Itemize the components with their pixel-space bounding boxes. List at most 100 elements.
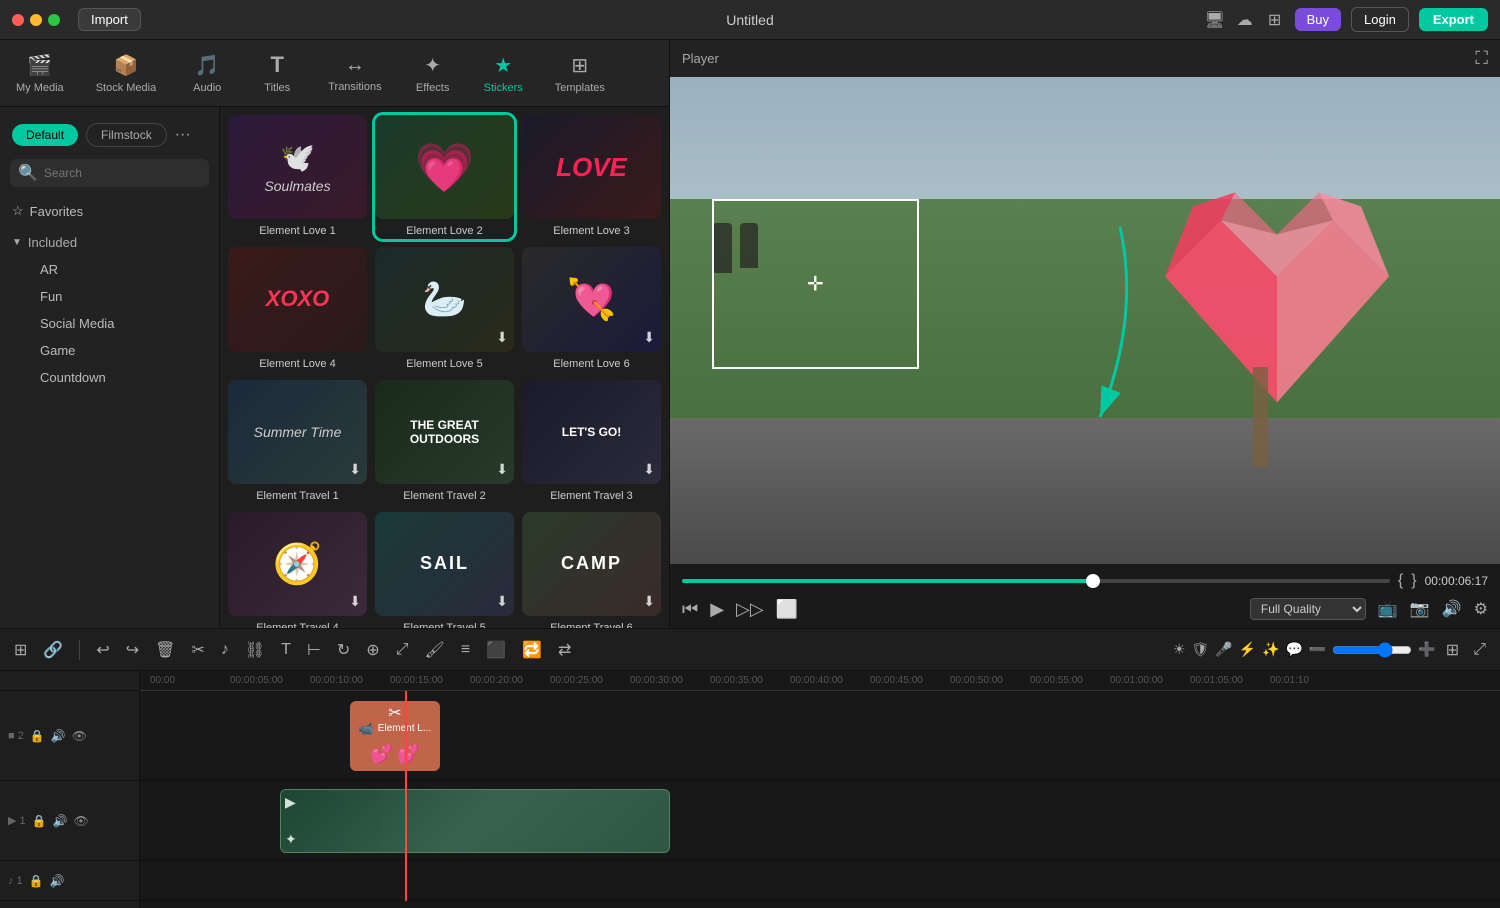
search-input[interactable]	[44, 166, 201, 180]
tool-templates[interactable]: ⊞ Templates	[539, 49, 621, 98]
bracket-right-icon: }	[1411, 572, 1416, 590]
maximize-button[interactable]	[48, 14, 60, 26]
more-options-button[interactable]: ···	[175, 126, 191, 144]
progress-bar[interactable]	[682, 579, 1390, 583]
timeline-link-button[interactable]: 🔗	[39, 638, 67, 662]
sticker-travel6-thumb: CAMP ⬇	[522, 512, 661, 616]
timeline-redo-button[interactable]: ↪	[122, 638, 143, 662]
layout-icon[interactable]: ⊞	[1265, 10, 1285, 30]
sidebar-item-countdown[interactable]: Countdown	[12, 364, 207, 391]
timeline-loop-button[interactable]: 🔁	[518, 638, 546, 662]
timeline-expand-button[interactable]: ⤢	[392, 639, 413, 661]
track-visibility-2[interactable]: 👁	[72, 729, 87, 743]
player-fullscreen-icon[interactable]: ⛶	[1475, 48, 1488, 69]
sticker-travel1[interactable]: Summer Time ⬇ Element Travel 1	[228, 380, 367, 504]
sidebar-item-social-media[interactable]: Social Media	[12, 310, 207, 337]
crop-button[interactable]: ⬜	[776, 599, 798, 620]
tab-filmstock[interactable]: Filmstock	[86, 123, 167, 147]
timeline-stabilize-button[interactable]: ⇄	[554, 638, 575, 662]
sticker-love3[interactable]: LOVE Element Love 3	[522, 115, 661, 239]
right-panel: Player ⛶	[670, 40, 1500, 628]
video-background: ✛	[670, 77, 1500, 564]
sticker-travel3-thumb: LET'S GO! ⬇	[522, 380, 661, 484]
timeline-grid-button[interactable]: ⊞	[1442, 638, 1463, 662]
timeline-undo-button[interactable]: ↩	[92, 638, 113, 662]
volume-icon[interactable]: 🔊	[1442, 599, 1462, 619]
timeline-text-button[interactable]: T	[277, 639, 295, 661]
login-button[interactable]: Login	[1351, 7, 1409, 32]
track-volume-audio[interactable]: 🔊	[50, 874, 65, 888]
settings-icon[interactable]: ⚙	[1474, 599, 1488, 619]
import-button[interactable]: Import	[78, 8, 141, 31]
cloud-icon[interactable]: ☁	[1235, 10, 1255, 30]
timeline-link2-button[interactable]: ⛓	[241, 638, 269, 662]
close-button[interactable]	[12, 14, 24, 26]
sticker-love4[interactable]: XOXO Element Love 4	[228, 247, 367, 371]
timeline-audio-eq-button[interactable]: ≡	[457, 639, 474, 661]
timeline-expand2-button[interactable]: ⤢	[1469, 639, 1490, 661]
sticker-travel6-label: Element Travel 6	[522, 620, 661, 628]
track-lock-audio[interactable]: 🔒	[29, 874, 44, 888]
sticker-love5[interactable]: 🦢 ⬇ Element Love 5	[375, 247, 514, 371]
timeline-paint-button[interactable]: 🖌	[421, 638, 449, 662]
timeline-delete-button[interactable]: 🗑	[151, 638, 179, 662]
sticker-travel5[interactable]: SAIL ⬇ Element Travel 5	[375, 512, 514, 628]
video-clip-thumb: ▶ ✦	[281, 790, 669, 852]
timeline-music-button[interactable]: ♪	[217, 639, 233, 661]
sticker-love3-label: Element Love 3	[522, 223, 661, 239]
timeline-cut-button[interactable]: ✂	[187, 638, 208, 662]
sticker-love4-thumb: XOXO	[228, 247, 367, 351]
snapshot-icon[interactable]: 📷	[1410, 599, 1430, 619]
sidebar-item-game[interactable]: Game	[12, 337, 207, 364]
tool-effects[interactable]: ✦ Effects	[398, 49, 468, 98]
rewind-button[interactable]: ⏮	[682, 599, 698, 620]
sidebar-item-ar[interactable]: AR	[12, 256, 207, 283]
progress-thumb[interactable]	[1086, 574, 1100, 588]
tool-stock-media[interactable]: 📦 Stock Media	[80, 49, 173, 98]
letsgo-text: LET'S GO!	[562, 425, 622, 439]
timeline-trim-button[interactable]: ⊢	[303, 638, 325, 662]
tool-titles[interactable]: T Titles	[242, 48, 312, 98]
timeline-zoom-in-button[interactable]: ⊕	[362, 638, 383, 662]
shield-icon: 🛡	[1191, 641, 1209, 658]
sticker-love6[interactable]: 💘 ⬇ Element Love 6	[522, 247, 661, 371]
monitor-icon[interactable]: 🖥	[1205, 10, 1225, 30]
sticker-travel3[interactable]: LET'S GO! ⬇ Element Travel 3	[522, 380, 661, 504]
download-icon: ⬇	[496, 329, 508, 346]
tool-audio[interactable]: 🎵 Audio	[172, 49, 242, 98]
tool-stickers[interactable]: ★ Stickers	[468, 49, 539, 98]
track-visibility-1[interactable]: 👁	[74, 814, 89, 828]
track-lock-1[interactable]: 🔒	[32, 814, 47, 828]
fast-forward-button[interactable]: ▷▷	[736, 599, 764, 620]
play-icon-clip: ▶	[285, 794, 296, 811]
playhead[interactable]	[405, 691, 407, 901]
minimize-button[interactable]	[30, 14, 42, 26]
tab-default[interactable]: Default	[12, 124, 78, 146]
play-button[interactable]: ▶	[710, 599, 724, 620]
buy-button[interactable]: Buy	[1295, 8, 1341, 31]
track-volume-2[interactable]: 🔊	[51, 729, 66, 743]
track-lock-2[interactable]: 🔒	[30, 729, 45, 743]
sidebar-item-fun[interactable]: Fun	[12, 283, 207, 310]
timeline-rotate-button[interactable]: ↻	[333, 638, 354, 662]
sticker-clip[interactable]: ✂ 📹 Element L... 💕 💕	[350, 701, 440, 771]
timeline-main[interactable]: 00:00 00:00:05:00 00:00:10:00 00:00:15:0…	[140, 671, 1500, 908]
sticker-love2[interactable]: 💗 Element Love 2	[375, 115, 514, 239]
screen-output-icon[interactable]: 📺	[1378, 599, 1398, 619]
track-volume-1[interactable]: 🔊	[53, 814, 68, 828]
sidebar-item-favorites[interactable]: ☆ Favorites	[0, 197, 219, 225]
timeline-pip-button[interactable]: ⬛	[482, 638, 510, 662]
sticker-love1[interactable]: 🕊️ Soulmates Element Love 1	[228, 115, 367, 239]
quality-select[interactable]: Full Quality Half Quality Quarter Qualit…	[1250, 598, 1366, 620]
sticker-travel2-thumb: THE GREAT OUTDOORS ⬇	[375, 380, 514, 484]
video-clip[interactable]: ▶ ✦	[280, 789, 670, 853]
zoom-slider[interactable]	[1332, 642, 1412, 658]
section-header-included[interactable]: ▼ Included	[12, 229, 207, 256]
tool-my-media[interactable]: 🎬 My Media	[0, 49, 80, 98]
tool-transitions[interactable]: ↔ Transitions	[312, 50, 397, 97]
export-button[interactable]: Export	[1419, 8, 1488, 31]
timeline-add-track-button[interactable]: ⊞	[10, 638, 31, 662]
sticker-travel4[interactable]: 🧭 ⬇ Element Travel 4	[228, 512, 367, 628]
sticker-travel6[interactable]: CAMP ⬇ Element Travel 6	[522, 512, 661, 628]
sticker-travel2[interactable]: THE GREAT OUTDOORS ⬇ Element Travel 2	[375, 380, 514, 504]
